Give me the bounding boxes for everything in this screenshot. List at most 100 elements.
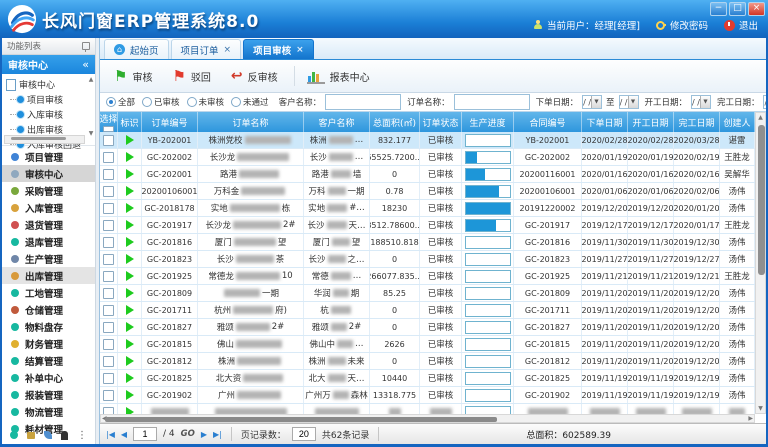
row-checkbox[interactable] bbox=[103, 356, 114, 367]
row-checkbox[interactable] bbox=[103, 186, 114, 197]
row-checkbox[interactable] bbox=[103, 322, 114, 333]
go-button[interactable]: GO bbox=[181, 429, 195, 439]
toolbar-button-反审核[interactable]: ↩反审核 bbox=[225, 65, 288, 87]
cell-select[interactable] bbox=[100, 234, 118, 250]
column-header-总面积(㎡)[interactable]: 总面积(㎡) bbox=[370, 112, 420, 132]
person-icon[interactable] bbox=[61, 431, 68, 440]
cell-select[interactable] bbox=[100, 404, 118, 414]
table-row[interactable]: GC-201711杭州府)杭0已审核GC-2017112019/11/20201… bbox=[100, 302, 755, 319]
row-checkbox[interactable] bbox=[103, 135, 114, 146]
per-page-input[interactable] bbox=[292, 427, 316, 441]
cell-select[interactable] bbox=[100, 183, 118, 199]
order-date-from-picker[interactable]: / /▼ bbox=[582, 95, 602, 109]
minimize-button[interactable]: − bbox=[710, 2, 727, 16]
tab-close-icon[interactable]: × bbox=[296, 45, 304, 55]
cell-select[interactable] bbox=[100, 166, 118, 182]
table-row[interactable]: 20200106001万科金万科一期0.78已审核202001060012020… bbox=[100, 183, 755, 200]
sidebar-item-入库管理[interactable]: 入库管理 bbox=[2, 199, 95, 216]
tab-项目审核[interactable]: 项目审核× bbox=[243, 39, 314, 59]
toolbar-button-驳回[interactable]: ⚑驳回 bbox=[166, 66, 220, 87]
cell-select[interactable] bbox=[100, 285, 118, 301]
cell-select[interactable] bbox=[100, 302, 118, 318]
sidebar-item-物料盘存[interactable]: 物料盘存 bbox=[2, 318, 95, 335]
close-button[interactable]: × bbox=[748, 2, 765, 16]
row-checkbox[interactable] bbox=[103, 305, 114, 316]
cell-select[interactable] bbox=[100, 353, 118, 369]
leaf-icon[interactable] bbox=[44, 431, 52, 439]
column-header-选择[interactable]: 选择 bbox=[100, 112, 118, 132]
overflow-icon[interactable]: ⋮ bbox=[77, 430, 87, 441]
sidebar-item-采购管理[interactable]: 采购管理 bbox=[2, 182, 95, 199]
last-page-button[interactable]: ▶| bbox=[213, 430, 222, 439]
cart-icon[interactable] bbox=[27, 432, 35, 439]
column-header-下单日期[interactable]: 下单日期 bbox=[582, 112, 628, 132]
column-header-订单状态[interactable]: 订单状态 bbox=[420, 112, 462, 132]
tree-horizontal-scrollbar[interactable] bbox=[4, 135, 85, 144]
column-header-生产进度[interactable]: 生产进度 bbox=[462, 112, 514, 132]
table-row[interactable]: GC-2018178实地栋实地#…18230已审核201912200022019… bbox=[100, 200, 755, 217]
row-checkbox[interactable] bbox=[103, 254, 114, 265]
table-row[interactable]: GC-202002长沙龙长沙…65525.7200…已审核GC-20200220… bbox=[100, 149, 755, 166]
sidebar-item-补单中心[interactable]: 补单中心 bbox=[2, 369, 95, 386]
toolbar-button-报表中心[interactable]: 报表中心 bbox=[301, 65, 380, 87]
row-checkbox[interactable] bbox=[103, 152, 114, 163]
sidebar-item-仓储管理[interactable]: 仓储管理 bbox=[2, 301, 95, 318]
sidebar-item-物流管理[interactable]: 物流管理 bbox=[2, 403, 95, 420]
order-name-input[interactable] bbox=[454, 94, 530, 110]
tab-起始页[interactable]: ⌂起始页 bbox=[104, 39, 169, 59]
column-header-客户名称[interactable]: 客户名称 bbox=[304, 112, 370, 132]
row-checkbox[interactable] bbox=[103, 339, 114, 350]
table-row[interactable]: GC-201815佛山佛山中…2626已审核GC-2018152019/11/2… bbox=[100, 336, 755, 353]
table-row[interactable]: GC-201925常德龙10常德…266077.835…已审核GC-201925… bbox=[100, 268, 755, 285]
vertical-scrollbar-thumb[interactable] bbox=[758, 125, 765, 275]
column-header-创建人[interactable]: 创建人 bbox=[720, 112, 755, 132]
logout-button[interactable]: 退出 bbox=[724, 18, 758, 32]
cell-select[interactable] bbox=[100, 319, 118, 335]
chevron-down-icon[interactable]: ▼ bbox=[700, 96, 710, 108]
status-radio-未审核[interactable]: 未审核 bbox=[187, 96, 225, 108]
order-date-to-picker[interactable]: / /▼ bbox=[619, 95, 639, 109]
sidebar-item-生产管理[interactable]: 生产管理 bbox=[2, 250, 95, 267]
row-checkbox[interactable] bbox=[103, 220, 114, 231]
row-checkbox[interactable] bbox=[103, 373, 114, 384]
prev-page-button[interactable]: ◀ bbox=[121, 430, 127, 439]
cell-select[interactable] bbox=[100, 251, 118, 267]
start-date-picker[interactable]: / /▼ bbox=[691, 95, 711, 109]
table-row[interactable] bbox=[100, 404, 755, 414]
sidebar-item-退库管理[interactable]: 退库管理 bbox=[2, 233, 95, 250]
toolbar-button-审核[interactable]: ⚑审核 bbox=[108, 66, 162, 87]
change-password-button[interactable]: 修改密码 bbox=[656, 18, 708, 32]
status-radio-全部[interactable]: 全部 bbox=[106, 96, 135, 108]
sidebar-item-审核中心[interactable]: 审核中心 bbox=[2, 165, 95, 182]
status-radio-未通过[interactable]: 未通过 bbox=[231, 96, 269, 108]
customer-name-input[interactable] bbox=[325, 94, 401, 110]
cell-select[interactable] bbox=[100, 217, 118, 233]
collapse-icon[interactable]: « bbox=[82, 58, 89, 71]
cell-select[interactable] bbox=[100, 387, 118, 403]
horizontal-scrollbar-thumb[interactable] bbox=[105, 417, 497, 422]
page-number-input[interactable] bbox=[133, 427, 157, 441]
sidebar-item-工地管理[interactable]: 工地管理 bbox=[2, 284, 95, 301]
sidebar-item-退货管理[interactable]: 退货管理 bbox=[2, 216, 95, 233]
tree-vertical-scrollbar[interactable]: ▲▼ bbox=[87, 76, 95, 137]
status-radio-已审核[interactable]: 已审核 bbox=[142, 96, 180, 108]
tab-项目订单[interactable]: 项目订单× bbox=[171, 39, 242, 59]
cell-select[interactable] bbox=[100, 132, 118, 148]
dot-icon[interactable] bbox=[10, 431, 18, 439]
row-checkbox[interactable] bbox=[103, 288, 114, 299]
sidebar-item-出库管理[interactable]: 出库管理 bbox=[2, 267, 95, 284]
sidebar-item-财务管理[interactable]: 财务管理 bbox=[2, 335, 95, 352]
row-checkbox[interactable] bbox=[103, 407, 114, 415]
column-header-标识[interactable]: 标识 bbox=[118, 112, 142, 132]
column-header-开工日期[interactable]: 开工日期 bbox=[628, 112, 674, 132]
maximize-button[interactable]: □ bbox=[729, 2, 746, 16]
table-row[interactable]: GC-201825北大资北大天…10440已审核GC-2018252019/11… bbox=[100, 370, 755, 387]
table-row[interactable]: YB-202001株洲党校株洲…832.177已审核YB-2020012020/… bbox=[100, 132, 755, 149]
column-header-完工日期[interactable]: 完工日期 bbox=[674, 112, 720, 132]
column-header-订单编号[interactable]: 订单编号 bbox=[142, 112, 198, 132]
table-row[interactable]: GC-201917长沙龙2#长沙天…8512.78600…已审核GC-20191… bbox=[100, 217, 755, 234]
table-row[interactable]: GC-201823长沙茶长沙之…0已审核GC-2018232019/11/272… bbox=[100, 251, 755, 268]
table-row[interactable]: GC-201809一期华润期85.25已审核GC-2018092019/11/2… bbox=[100, 285, 755, 302]
chevron-down-icon[interactable]: ▼ bbox=[591, 96, 601, 108]
row-checkbox[interactable] bbox=[103, 390, 114, 401]
